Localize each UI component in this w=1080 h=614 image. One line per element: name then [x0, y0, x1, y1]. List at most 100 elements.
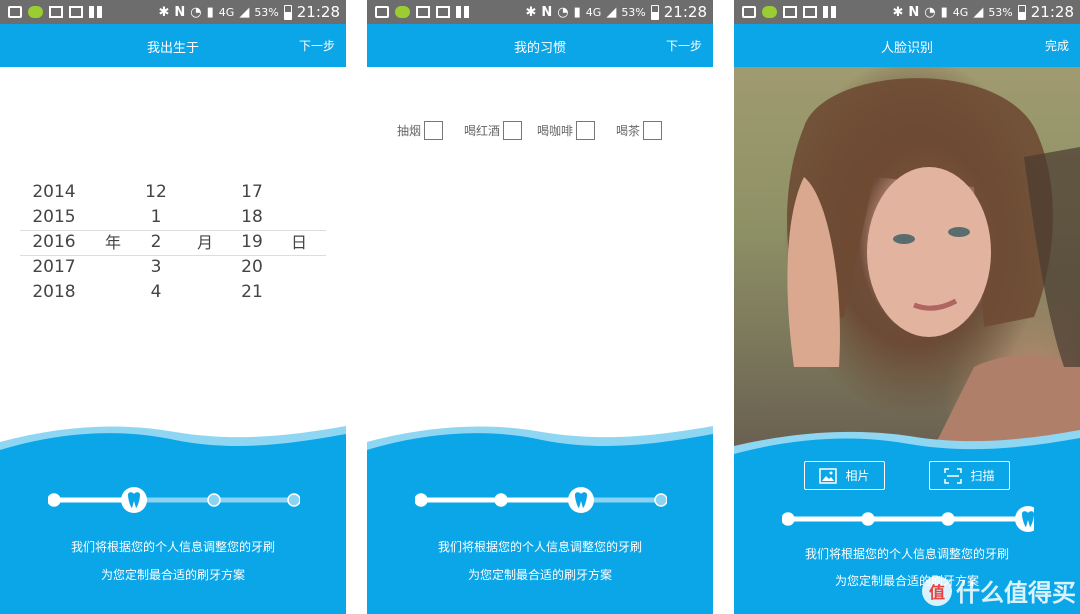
step-dot [494, 493, 508, 507]
date-picker[interactable]: 2014 2015 2016 2017 2018 年 12 1 2 3 4 月 … [20, 180, 326, 305]
message-icon [375, 6, 389, 18]
scan-button[interactable]: 扫描 [929, 461, 1010, 490]
face-photo [734, 67, 1080, 447]
info-text-line2: 为您定制最合适的刷牙方案 [467, 568, 612, 582]
habit-label: 喝茶 [616, 123, 641, 138]
month-option[interactable]: 1 [136, 205, 176, 230]
scan-button-label: 扫描 [970, 469, 995, 483]
month-wheel[interactable]: 12 1 2 3 4 [136, 180, 176, 305]
scan-icon [944, 467, 963, 484]
watermark: 值 什么值得买 [922, 573, 1076, 608]
next-button[interactable]: 下一步 [666, 37, 702, 54]
title-bar: 人脸识别 完成 [734, 24, 1080, 67]
step-dot [941, 512, 955, 526]
battery-icon [1017, 4, 1026, 20]
portrait-illustration [787, 78, 1080, 447]
year-option[interactable]: 2017 [26, 255, 82, 280]
nfc-icon: N [908, 4, 920, 20]
year-wheel[interactable]: 2014 2015 2016 2017 2018 [26, 180, 82, 305]
habit-label: 喝咖啡 [537, 123, 574, 138]
day-option[interactable]: 21 [232, 280, 272, 305]
clock: 21:28 [296, 3, 340, 21]
day-wheel[interactable]: 17 18 19 20 21 [232, 180, 272, 305]
page-title: 我的习惯 [513, 41, 566, 56]
month-option[interactable]: 2 [136, 230, 176, 255]
clock: 21:28 [663, 3, 707, 21]
network-type: 4G [952, 5, 969, 19]
battery-icon [283, 4, 292, 20]
apps-icon [456, 6, 470, 18]
bluetooth-icon: ✱ [158, 4, 170, 20]
habit-coffee[interactable]: 喝咖啡 [537, 119, 596, 141]
status-bar: ✱ N ◔ ▮ 4G ◢ 53% 21:28 [734, 0, 1080, 24]
habit-tea[interactable]: 喝茶 [616, 119, 663, 141]
habit-smoking[interactable]: 抽烟 [397, 119, 444, 141]
screen-habits: ✱ N ◔ ▮ 4G ◢ 53% 21:28 我的习惯 下一步 抽烟 喝红酒 喝… [367, 0, 713, 614]
battery-percent: 53% [988, 5, 1013, 19]
info-text-line1: 我们将根据您的个人信息调整您的牙刷 [70, 540, 275, 554]
next-button[interactable]: 下一步 [299, 37, 335, 54]
wechat-icon [28, 6, 43, 18]
year-unit: 年 [105, 233, 122, 252]
clock: 21:28 [1030, 3, 1074, 21]
day-option[interactable]: 19 [232, 230, 272, 255]
step-dot [48, 493, 61, 507]
step-dot [415, 493, 428, 507]
page-title: 我出生于 [146, 41, 199, 56]
step-dot [207, 493, 221, 507]
image-icon [783, 6, 797, 18]
progress-stepper [48, 485, 300, 515]
step-dot [861, 512, 875, 526]
checkbox[interactable] [576, 120, 596, 140]
wifi-icon: ◔ [924, 4, 936, 20]
status-bar: ✱ N ◔ ▮ 4G ◢ 53% 21:28 [0, 0, 346, 24]
day-option[interactable]: 18 [232, 205, 272, 230]
wechat-icon [762, 6, 777, 18]
watermark-badge: 值 [922, 575, 952, 606]
battery-percent: 53% [254, 5, 279, 19]
year-option[interactable]: 2014 [26, 180, 82, 205]
nfc-icon: N [541, 4, 553, 20]
info-text-line1: 我们将根据您的个人信息调整您的牙刷 [437, 540, 642, 554]
day-option[interactable]: 20 [232, 255, 272, 280]
day-option[interactable]: 17 [232, 180, 272, 205]
checkbox[interactable] [643, 120, 663, 140]
battery-icon [650, 4, 659, 20]
bluetooth-icon: ✱ [525, 4, 537, 20]
network-type: 4G [585, 5, 602, 19]
signal-icon: ◢ [239, 4, 250, 20]
habit-red-wine[interactable]: 喝红酒 [464, 119, 523, 141]
wifi-icon: ◔ [190, 4, 202, 20]
wifi-icon: ◔ [557, 4, 569, 20]
month-option[interactable]: 4 [136, 280, 176, 305]
image-icon [819, 467, 838, 484]
checkbox[interactable] [424, 120, 444, 140]
mail-icon [436, 6, 450, 18]
network-type: 4G [218, 5, 235, 19]
done-button[interactable]: 完成 [1045, 37, 1069, 54]
year-option[interactable]: 2015 [26, 205, 82, 230]
progress-stepper [415, 485, 667, 515]
year-option[interactable]: 2018 [26, 280, 82, 305]
year-option[interactable]: 2016 [26, 230, 82, 255]
watermark-text: 什么值得买 [956, 579, 1076, 607]
sim-icon: ▮ [573, 4, 581, 20]
mail-icon [803, 6, 817, 18]
month-option[interactable]: 12 [136, 180, 176, 205]
checkbox[interactable] [503, 120, 523, 140]
month-option[interactable]: 3 [136, 255, 176, 280]
photo-button[interactable]: 相片 [804, 461, 885, 490]
screen-birth-date: ✱ N ◔ ▮ 4G ◢ 53% 21:28 我出生于 下一步 2014 201… [0, 0, 346, 614]
battery-percent: 53% [621, 5, 646, 19]
apps-icon [89, 6, 103, 18]
image-icon [49, 6, 63, 18]
habit-options: 抽烟 喝红酒 喝咖啡 喝茶 [397, 119, 683, 141]
mail-icon [69, 6, 83, 18]
title-bar: 我的习惯 下一步 [367, 24, 713, 67]
progress-stepper [782, 504, 1034, 534]
page-title: 人脸识别 [880, 41, 933, 56]
photo-button-label: 相片 [845, 469, 870, 483]
habit-label: 喝红酒 [464, 123, 501, 138]
message-icon [8, 6, 22, 18]
step-dot [654, 493, 667, 507]
